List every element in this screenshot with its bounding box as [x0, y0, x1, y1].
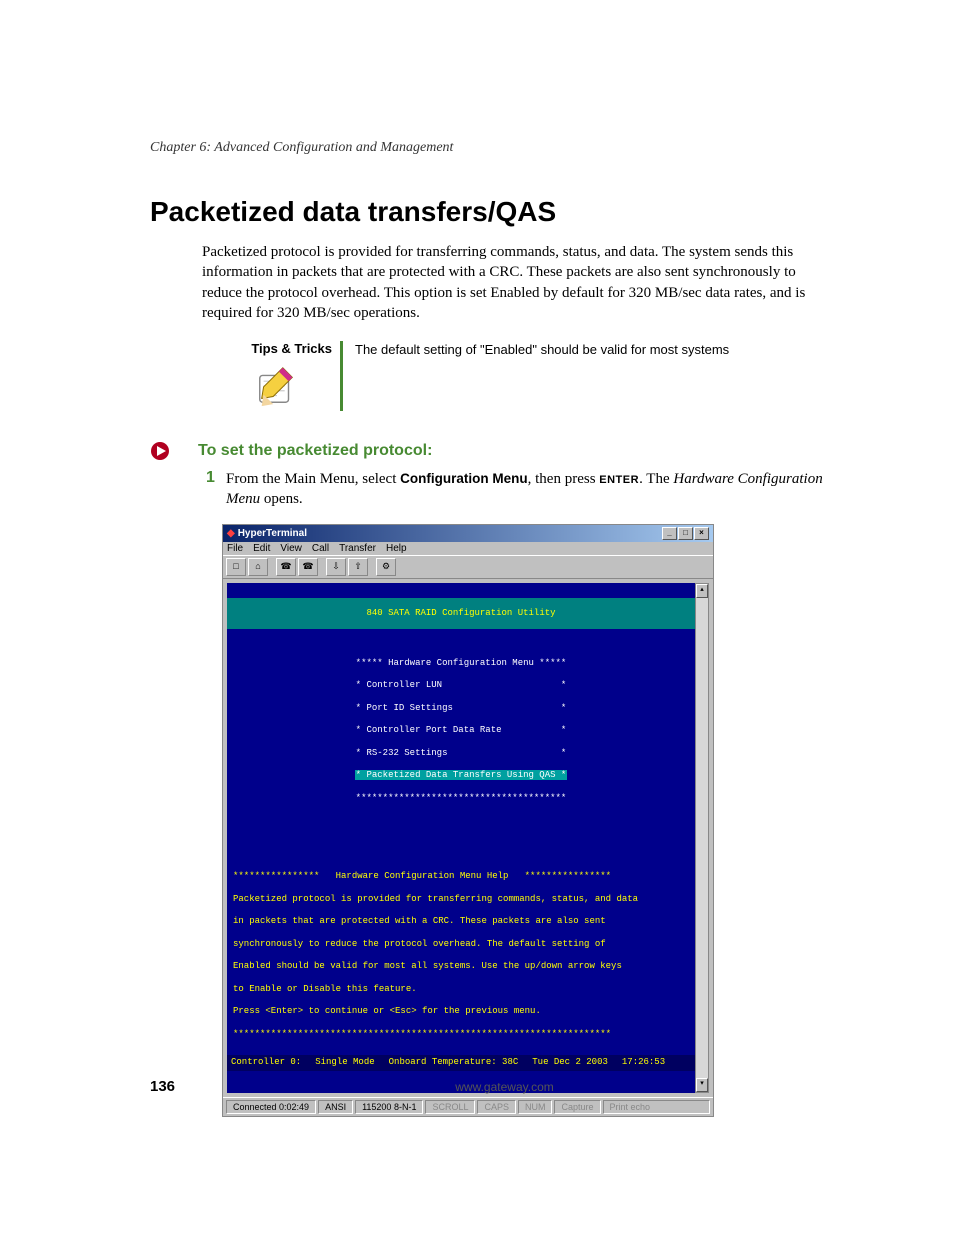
scroll-up-icon[interactable]: ▴ — [696, 584, 708, 598]
play-icon — [150, 441, 170, 461]
status-caps: CAPS — [477, 1100, 516, 1114]
status-printecho: Print echo — [603, 1100, 710, 1114]
status-settings: 115200 8-N-1 — [355, 1100, 423, 1114]
tips-text: The default setting of "Enabled" should … — [355, 341, 834, 411]
status-bar: Connected 0:02:49 ANSI 115200 8-N-1 SCRO… — [223, 1097, 713, 1116]
menu-call[interactable]: Call — [312, 543, 329, 554]
menu-bar[interactable]: File Edit View Call Transfer Help — [223, 542, 713, 555]
menu-edit[interactable]: Edit — [253, 543, 270, 554]
toolbar-receive-icon[interactable]: ⇧ — [348, 558, 368, 576]
status-scroll: SCROLL — [425, 1100, 475, 1114]
tips-block: Tips & Tricks The default setting of "En… — [222, 341, 834, 411]
window-title: ◆HyperTerminal — [227, 528, 307, 539]
menu-file[interactable]: File — [227, 543, 243, 554]
subsection-title: To set the packetized protocol: — [198, 442, 432, 460]
toolbar-props-icon[interactable]: ⚙ — [376, 558, 396, 576]
section-title: Packetized data transfers/QAS — [150, 196, 834, 228]
menu-block: ***** Hardware Configuration Menu ***** … — [233, 646, 689, 804]
tips-divider — [340, 341, 343, 411]
status-connected: Connected 0:02:49 — [226, 1100, 316, 1114]
minimize-icon[interactable]: _ — [662, 527, 677, 540]
page-footer: 136 www.gateway.com — [150, 1078, 834, 1095]
toolbar-open-icon[interactable]: ⌂ — [248, 558, 268, 576]
menu-help[interactable]: Help — [386, 543, 407, 554]
footer-url: www.gateway.com — [455, 1080, 553, 1094]
toolbar-send-icon[interactable]: ⇩ — [326, 558, 346, 576]
close-icon[interactable]: × — [694, 527, 709, 540]
page-number: 136 — [150, 1078, 175, 1095]
chapter-header: Chapter 6: Advanced Configuration and Ma… — [150, 140, 834, 156]
step-number: 1 — [206, 469, 226, 510]
toolbar-new-icon[interactable]: □ — [226, 558, 246, 576]
body-paragraph: Packetized protocol is provided for tran… — [202, 242, 834, 323]
menu-transfer[interactable]: Transfer — [339, 543, 376, 554]
utility-title: 840 SATA RAID Configuration Utility — [227, 598, 695, 629]
status-capture: Capture — [554, 1100, 600, 1114]
window-titlebar[interactable]: ◆HyperTerminal _ □ × — [223, 525, 713, 542]
status-emulation: ANSI — [318, 1100, 353, 1114]
hyperterminal-window: ◆HyperTerminal _ □ × File Edit View Call… — [222, 524, 714, 1118]
status-num: NUM — [518, 1100, 553, 1114]
pencil-note-icon — [254, 362, 300, 408]
menu-view[interactable]: View — [280, 543, 302, 554]
toolbar: □ ⌂ ☎ ☎ ⇩ ⇧ ⚙ — [223, 555, 713, 579]
maximize-icon[interactable]: □ — [678, 527, 693, 540]
toolbar-hangup-icon[interactable]: ☎ — [298, 558, 318, 576]
terminal-screen[interactable]: 840 SATA RAID Configuration Utility ****… — [227, 583, 695, 1094]
selected-menu-item[interactable]: * Packetized Data Transfers Using QAS * — [355, 770, 568, 780]
step-1: 1 From the Main Menu, select Configurati… — [206, 469, 834, 510]
step-text: From the Main Menu, select Configuration… — [226, 469, 834, 510]
toolbar-call-icon[interactable]: ☎ — [276, 558, 296, 576]
tips-label: Tips & Tricks — [222, 341, 332, 356]
help-block: **************** Hardware Configuration … — [233, 860, 689, 1040]
scrollbar[interactable]: ▴ ▾ — [695, 583, 709, 1094]
terminal-status-line: Controller 0: Single Mode Onboard Temper… — [227, 1055, 695, 1070]
